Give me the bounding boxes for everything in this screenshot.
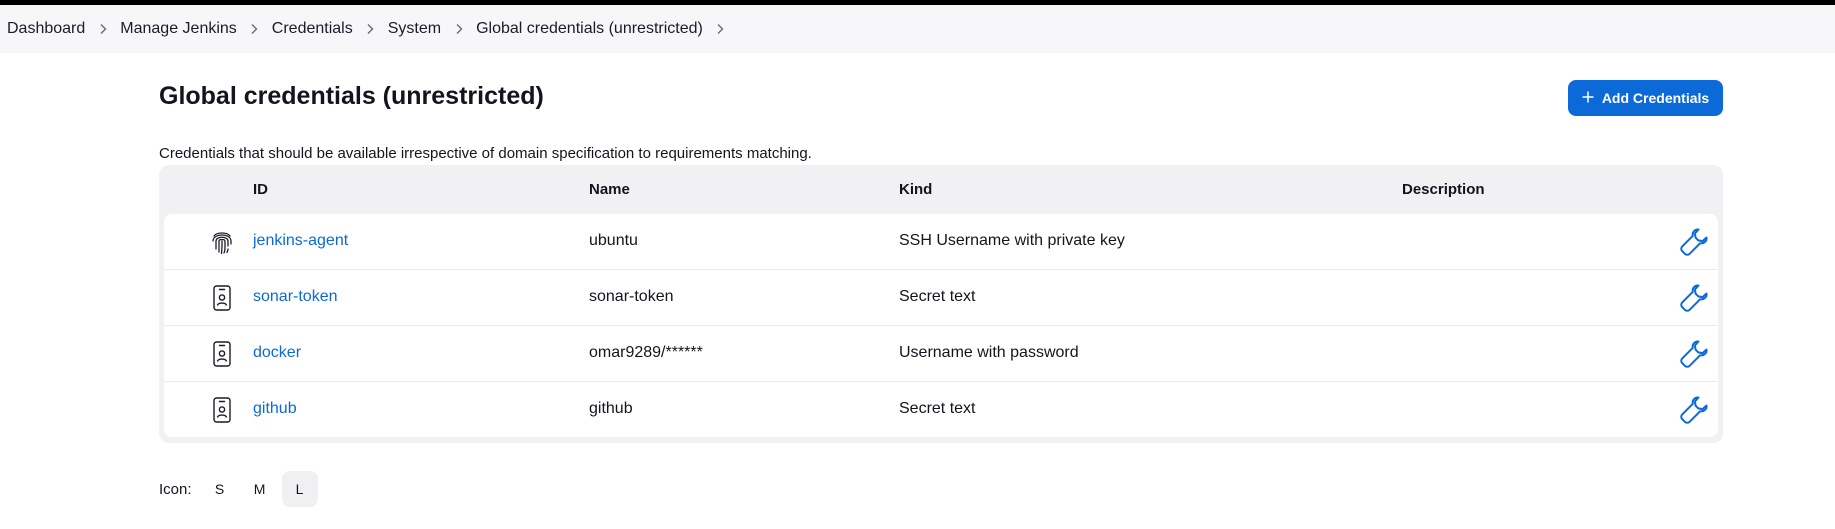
breadcrumb-item-dashboard[interactable]: Dashboard [7, 20, 120, 38]
chevron-right-icon[interactable] [703, 23, 738, 35]
credential-kind: SSH Username with private key [899, 232, 1125, 249]
chevron-right-icon[interactable] [353, 23, 388, 35]
icon-size-label: Icon: [159, 480, 192, 498]
column-header-name[interactable]: Name [589, 181, 630, 198]
icon-size-large-button[interactable]: L [281, 471, 318, 507]
table-row: docker omar9289/****** Username with pas… [164, 326, 1718, 382]
breadcrumb-label[interactable]: Manage Jenkins [120, 20, 237, 38]
breadcrumb-label[interactable]: Credentials [272, 20, 353, 38]
id-card-icon [208, 395, 236, 425]
breadcrumb-label[interactable]: Global credentials (unrestricted) [476, 20, 703, 38]
chevron-right-icon[interactable] [237, 23, 272, 35]
credential-kind: Secret text [899, 400, 976, 417]
wrench-icon[interactable] [1678, 226, 1710, 258]
icon-size-small-button[interactable]: S [202, 471, 238, 507]
icon-size-medium-button[interactable]: M [242, 471, 278, 507]
breadcrumb-label[interactable]: System [388, 20, 441, 38]
credential-id-link[interactable]: github [253, 400, 297, 418]
id-card-icon [208, 339, 236, 369]
breadcrumb: Dashboard Manage Jenkins Credentials Sys… [0, 5, 1835, 53]
credential-name: sonar-token [589, 288, 674, 305]
table-body: jenkins-agent ubuntu SSH Username with p… [164, 214, 1718, 437]
plus-icon [1582, 90, 1594, 106]
wrench-icon[interactable] [1678, 282, 1710, 314]
chevron-right-icon[interactable] [441, 23, 476, 35]
credential-id-link[interactable]: sonar-token [253, 288, 338, 306]
breadcrumb-item-credentials[interactable]: Credentials [272, 20, 388, 38]
wrench-icon[interactable] [1678, 394, 1710, 426]
chevron-right-icon[interactable] [85, 23, 120, 35]
wrench-icon[interactable] [1678, 338, 1710, 370]
add-credentials-label: Add Credentials [1601, 90, 1710, 106]
credentials-table: ID Name Kind Description jenkins-agent u… [159, 165, 1723, 443]
breadcrumb-item-global-credentials[interactable]: Global credentials (unrestricted) [476, 20, 738, 38]
credential-kind: Secret text [899, 288, 976, 305]
page-title: Global credentials (unrestricted) [159, 82, 544, 110]
column-header-kind[interactable]: Kind [899, 181, 932, 198]
icon-size-selector: Icon: S M L [159, 471, 322, 507]
breadcrumb-label[interactable]: Dashboard [7, 20, 85, 38]
table-row: github github Secret text [164, 382, 1718, 437]
breadcrumb-item-system[interactable]: System [388, 20, 476, 38]
page-description: Credentials that should be available irr… [159, 145, 812, 162]
credential-id-link[interactable]: jenkins-agent [253, 232, 348, 250]
credential-name: ubuntu [589, 232, 638, 249]
credential-id-link[interactable]: docker [253, 344, 301, 362]
fingerprint-icon [208, 227, 236, 257]
table-row: jenkins-agent ubuntu SSH Username with p… [164, 214, 1718, 270]
table-row: sonar-token sonar-token Secret text [164, 270, 1718, 326]
credential-name: omar9289/****** [589, 344, 703, 361]
credential-kind: Username with password [899, 344, 1079, 361]
add-credentials-button[interactable]: Add Credentials [1568, 80, 1723, 116]
credential-name: github [589, 400, 633, 417]
id-card-icon [208, 283, 236, 313]
table-header: ID Name Kind Description [159, 165, 1723, 213]
column-header-description[interactable]: Description [1402, 181, 1485, 198]
breadcrumb-item-manage-jenkins[interactable]: Manage Jenkins [120, 20, 272, 38]
column-header-id[interactable]: ID [253, 181, 268, 198]
